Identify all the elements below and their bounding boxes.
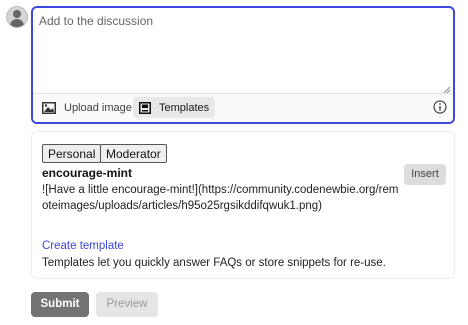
create-template-link[interactable]: Create template [42,240,124,252]
image-icon [42,101,56,114]
comment-editor: Upload image Templates [31,6,455,124]
insert-button[interactable]: Insert [404,164,446,185]
templates-help-text: Templates let you quickly answer FAQs or… [42,257,386,269]
comment-textarea[interactable] [33,8,453,96]
templates-label: Templates [159,101,210,114]
submit-button[interactable]: Submit [31,292,89,317]
avatar-head [13,10,21,18]
templates-panel: Personal Moderator encourage-mint ![Have… [31,131,455,279]
templates-icon [139,101,151,114]
avatar-body [10,19,24,27]
editor-toolbar: Upload image Templates [33,93,453,122]
templates-button[interactable]: Templates [133,97,216,118]
info-icon[interactable] [433,100,447,114]
user-avatar [6,6,28,28]
template-body: ![Have a little encourage-mint!](https:/… [42,184,399,212]
upload-image-button[interactable]: Upload image [36,97,138,118]
template-title: encourage-mint [42,166,133,180]
preview-button[interactable]: Preview [96,292,158,317]
upload-image-label: Upload image [64,101,132,114]
tab-moderator[interactable]: Moderator [100,144,167,163]
tab-personal[interactable]: Personal [42,144,102,163]
